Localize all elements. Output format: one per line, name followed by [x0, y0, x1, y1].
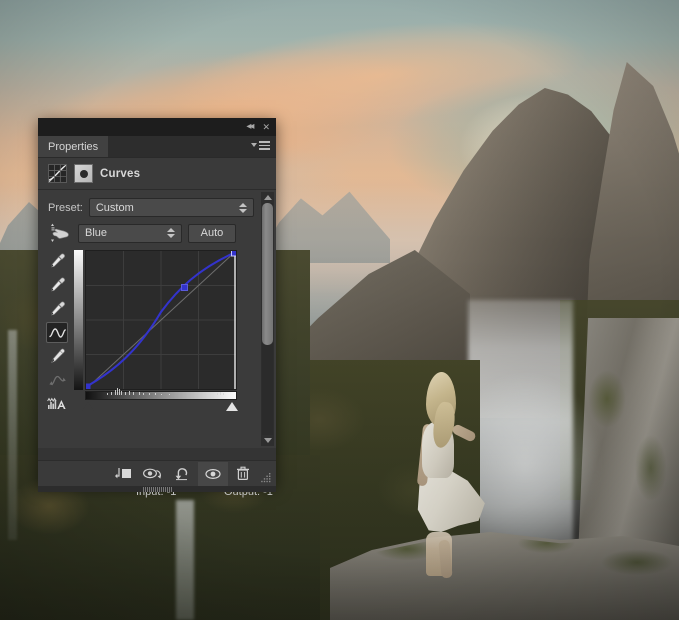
panel-body: Preset: Custom: [38, 190, 276, 448]
toggle-layer-visibility-button[interactable]: [198, 462, 228, 486]
collapse-double-arrow-icon[interactable]: ◂◂: [246, 122, 252, 132]
clip-to-layer-button[interactable]: [108, 462, 138, 486]
grip-lines-icon: [143, 487, 172, 492]
channel-value: Blue: [85, 227, 167, 239]
reset-to-adjustment-defaults-button[interactable]: [168, 462, 198, 486]
close-icon[interactable]: ✕: [262, 123, 270, 132]
blue-channel-histogram: [85, 386, 237, 395]
smooth-curve-values-button: [46, 370, 68, 391]
panel-titlebar: ◂◂ ✕: [38, 118, 276, 136]
panel-vertical-scrollbar[interactable]: [261, 192, 274, 446]
curves-toolstrip: [46, 250, 70, 415]
tab-properties[interactable]: Properties: [38, 136, 108, 157]
black-white-point-handles: [85, 402, 237, 414]
delete-adjustment-layer-button[interactable]: [228, 462, 258, 486]
auto-button[interactable]: Auto: [188, 224, 236, 243]
panel-menu-icon[interactable]: [251, 141, 270, 150]
mask-dot: [80, 170, 88, 178]
channel-row: Blue Auto: [38, 217, 276, 243]
curves-adjustment-icon[interactable]: [48, 164, 67, 183]
input-gradient-bar: [85, 391, 237, 400]
layer-mask-thumbnail-icon[interactable]: [74, 164, 93, 183]
preset-label: Preset:: [48, 202, 83, 214]
scrollbar-thumb[interactable]: [262, 203, 273, 345]
curves-display-options-button[interactable]: [46, 394, 68, 415]
hamburger-icon: [259, 141, 270, 150]
panel-bottom-grip[interactable]: [38, 486, 276, 492]
adjustment-header: Curves: [38, 158, 276, 190]
tab-properties-label: Properties: [48, 141, 98, 153]
curve-editor-area: Input: -1 Output: -1: [38, 243, 276, 415]
white-point-handle[interactable]: [226, 402, 238, 411]
chevron-updown-icon: [239, 203, 247, 213]
panel-tab-strip: Properties: [38, 136, 276, 158]
on-image-adjustment-hand-icon[interactable]: [48, 223, 72, 243]
toggle-layer-visibility-previous-state-button[interactable]: [138, 462, 168, 486]
output-gradient-bar: [74, 250, 83, 390]
scroll-up-arrow-icon[interactable]: [264, 192, 272, 203]
black-point-handle[interactable]: [82, 402, 94, 411]
chevron-down-icon: [251, 143, 257, 147]
sample-in-image-to-set-black-point-eyedropper[interactable]: [46, 250, 68, 271]
panel-resize-grip[interactable]: [258, 463, 274, 485]
sample-in-image-to-set-gray-point-eyedropper[interactable]: [46, 274, 68, 295]
panel-footer-toolbar: [38, 460, 276, 486]
preset-row: Preset: Custom: [38, 190, 276, 217]
preset-select[interactable]: Custom: [89, 198, 254, 217]
preset-value: Custom: [96, 202, 239, 214]
draw-to-modify-curve-pencil-button[interactable]: [46, 346, 68, 367]
chevron-updown-icon: [167, 228, 175, 238]
sample-in-image-to-set-white-point-eyedropper[interactable]: [46, 298, 68, 319]
channel-select[interactable]: Blue: [78, 224, 182, 243]
screen: ◂◂ ✕ Properties: [0, 0, 679, 620]
scrollbar-track[interactable]: [262, 203, 273, 435]
scroll-down-arrow-icon[interactable]: [264, 435, 272, 446]
curve-grid[interactable]: [85, 250, 237, 390]
edit-points-to-modify-curve-button[interactable]: [46, 322, 68, 343]
properties-panel: ◂◂ ✕ Properties: [38, 118, 276, 486]
page-title: Curves: [100, 168, 140, 180]
